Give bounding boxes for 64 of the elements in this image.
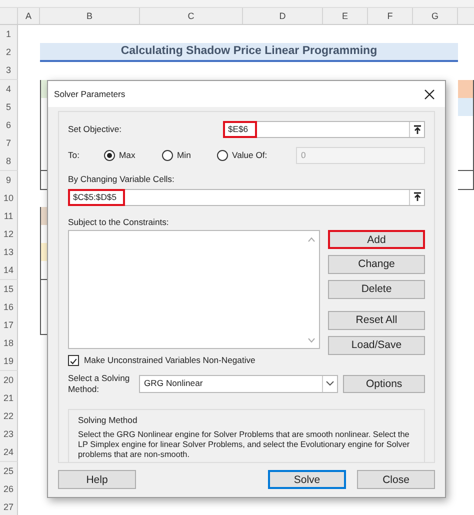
- row-header[interactable]: 5: [0, 98, 18, 117]
- objective-field[interactable]: $E$6: [223, 121, 425, 138]
- button[interactable]: Close: [357, 470, 435, 489]
- value-field: 0: [296, 147, 425, 164]
- field-label: Subject to the Constraints:: [68, 216, 169, 229]
- close-icon[interactable]: [424, 88, 435, 100]
- button[interactable]: Help: [58, 470, 136, 489]
- row-header[interactable]: 12: [0, 225, 18, 244]
- sheet-title: Calculating Shadow Price Linear Programming: [40, 43, 458, 62]
- row-header[interactable]: 24: [0, 443, 18, 462]
- row-header[interactable]: 26: [0, 480, 18, 499]
- row-header[interactable]: 2: [0, 43, 18, 62]
- row-header[interactable]: 19: [0, 352, 18, 372]
- info-text: Select the GRG Nonlinear engine for Solver Problems that are smooth nonlinear. Select the LP Simplex engine for linear Solver Problems, and select the Evolutionary engine for Solver problems that are non-smooth.: [78, 430, 411, 460]
- method-dropdown[interactable]: GRG Nonlinear: [138, 374, 338, 393]
- button[interactable]: Delete: [328, 280, 425, 299]
- button[interactable]: Change: [328, 254, 425, 274]
- column-header[interactable]: E: [323, 8, 368, 24]
- field-label: To:: [68, 149, 80, 162]
- field-label: By Changing Variable Cells:: [68, 173, 174, 186]
- row-header[interactable]: 1: [0, 25, 18, 44]
- row-header[interactable]: 16: [0, 298, 18, 317]
- options-button[interactable]: Options: [343, 374, 426, 393]
- row-header[interactable]: 18: [0, 334, 18, 354]
- column-header[interactable]: A: [18, 8, 40, 24]
- checkbox[interactable]: [68, 354, 79, 366]
- column-header[interactable]: C: [140, 8, 243, 24]
- field-label: Select a Solving Method:: [68, 372, 131, 395]
- row-header[interactable]: 13: [0, 243, 18, 262]
- button[interactable]: Reset All: [328, 310, 425, 330]
- checkbox-label: Make Unconstrained Variables Non-Negative: [84, 354, 256, 367]
- row-header[interactable]: 11: [0, 206, 18, 226]
- field-label: Set Objective:: [68, 123, 122, 136]
- row-header[interactable]: 20: [0, 370, 18, 390]
- row-header[interactable]: 22: [0, 406, 18, 426]
- variable-cells-field[interactable]: $C$5:$D$5: [68, 188, 425, 206]
- table-cell: [458, 80, 474, 99]
- collapse-icon[interactable]: [409, 122, 424, 137]
- row-header[interactable]: 15: [0, 280, 18, 299]
- button[interactable]: Load/Save: [328, 336, 425, 355]
- row-header[interactable]: 27: [0, 498, 18, 515]
- row-header[interactable]: 3: [0, 61, 18, 80]
- column-header[interactable]: G: [413, 8, 458, 24]
- row-header[interactable]: 6: [0, 116, 18, 135]
- column-header[interactable]: F: [368, 8, 413, 24]
- row-header[interactable]: 9: [0, 170, 18, 190]
- row-header[interactable]: 17: [0, 316, 18, 335]
- row-header[interactable]: 25: [0, 462, 18, 480]
- row-header[interactable]: 23: [0, 425, 18, 444]
- row-header[interactable]: 8: [0, 152, 18, 172]
- column-header[interactable]: D: [243, 8, 323, 24]
- column-header[interactable]: B: [40, 8, 140, 24]
- row-header[interactable]: 4: [0, 80, 18, 99]
- row-header[interactable]: 14: [0, 261, 18, 280]
- table-cell: [458, 170, 474, 190]
- row-header[interactable]: 21: [0, 388, 18, 408]
- row-header[interactable]: 7: [0, 134, 18, 154]
- button[interactable]: Add: [328, 230, 425, 249]
- collapse-icon[interactable]: [409, 190, 424, 205]
- info-title: Solving Method: [78, 414, 138, 427]
- row-header[interactable]: 10: [0, 188, 18, 208]
- button[interactable]: Solve: [268, 470, 346, 489]
- window-title: Solver Parameters: [54, 88, 126, 100]
- table-cell: [458, 98, 474, 117]
